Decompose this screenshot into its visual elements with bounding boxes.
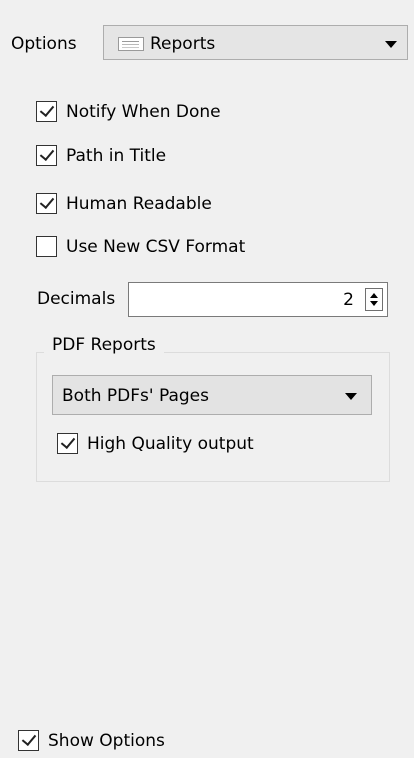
chevron-down-icon — [385, 41, 397, 48]
checkbox-label: Path in Title — [66, 145, 167, 166]
checkbox-box[interactable] — [57, 433, 78, 454]
spin-up-icon[interactable] — [370, 293, 378, 298]
checkbox-label: High Quality output — [87, 433, 254, 454]
pdf-reports-group — [36, 352, 390, 482]
path-in-title-checkbox[interactable]: Path in Title — [36, 145, 166, 166]
pdf-pages-dropdown[interactable]: Both PDFs' Pages — [52, 375, 372, 415]
document-icon — [118, 37, 144, 51]
options-dropdown-value: Reports — [150, 34, 216, 54]
checkbox-label: Show Options — [48, 730, 165, 751]
checkbox-label: Use New CSV Format — [66, 236, 246, 257]
checkbox-label: Human Readable — [66, 193, 212, 214]
use-new-csv-format-checkbox[interactable]: Use New CSV Format — [36, 236, 245, 257]
decimals-value: 2 — [343, 290, 354, 310]
spin-buttons[interactable] — [365, 288, 383, 311]
checkbox-box[interactable] — [18, 730, 39, 751]
checkbox-box[interactable] — [36, 193, 57, 214]
spin-down-icon[interactable] — [370, 301, 378, 306]
pdf-reports-title: PDF Reports — [44, 335, 164, 355]
chevron-down-icon — [345, 393, 357, 400]
options-dropdown[interactable]: Reports — [103, 25, 408, 60]
checkbox-label: Notify When Done — [66, 101, 221, 122]
show-options-checkbox[interactable]: Show Options — [18, 730, 165, 751]
pdf-pages-dropdown-value: Both PDFs' Pages — [62, 386, 209, 406]
checkbox-box[interactable] — [36, 145, 57, 166]
checkbox-box[interactable] — [36, 101, 57, 122]
human-readable-checkbox[interactable]: Human Readable — [36, 193, 212, 214]
checkbox-box[interactable] — [36, 236, 57, 257]
notify-when-done-checkbox[interactable]: Notify When Done — [36, 101, 221, 122]
options-label: Options — [11, 34, 77, 54]
decimals-spinbox[interactable]: 2 — [128, 282, 388, 317]
high-quality-output-checkbox[interactable]: High Quality output — [57, 433, 254, 454]
decimals-label: Decimals — [37, 289, 116, 309]
